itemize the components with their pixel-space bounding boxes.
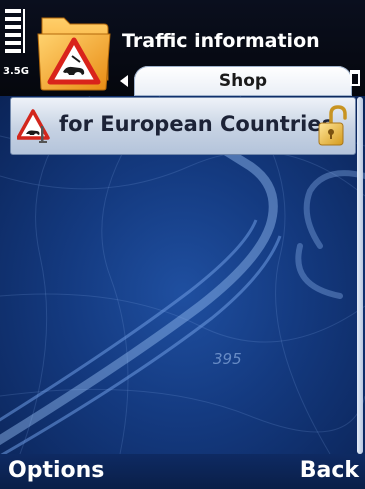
phone-screen: 3.5G Traffic information Shop 395 for Eu… bbox=[0, 0, 365, 489]
open-lock-icon bbox=[318, 105, 347, 146]
app-title: Traffic information bbox=[122, 30, 320, 52]
tab-label: Shop bbox=[218, 71, 268, 91]
list-item-european-countries[interactable]: for European Countries bbox=[10, 97, 356, 155]
softkey-bar: Options Back bbox=[0, 454, 365, 489]
tab-shop[interactable]: Shop bbox=[134, 66, 352, 96]
signal-strength-icon bbox=[5, 9, 25, 53]
map-road-number: 395 bbox=[213, 350, 242, 368]
battery-icon bbox=[350, 70, 360, 86]
traffic-warning-folder-icon bbox=[37, 17, 111, 91]
options-softkey[interactable]: Options bbox=[8, 458, 104, 483]
network-type-label: 3.5G bbox=[3, 66, 29, 77]
list-item-label: for European Countries bbox=[59, 112, 335, 136]
status-area: 3.5G Traffic information Shop bbox=[0, 0, 365, 96]
back-softkey[interactable]: Back bbox=[300, 458, 359, 483]
left-arrow-icon[interactable] bbox=[120, 75, 128, 87]
warning-sign-icon bbox=[17, 109, 50, 143]
scrollbar-thumb[interactable] bbox=[357, 97, 363, 454]
